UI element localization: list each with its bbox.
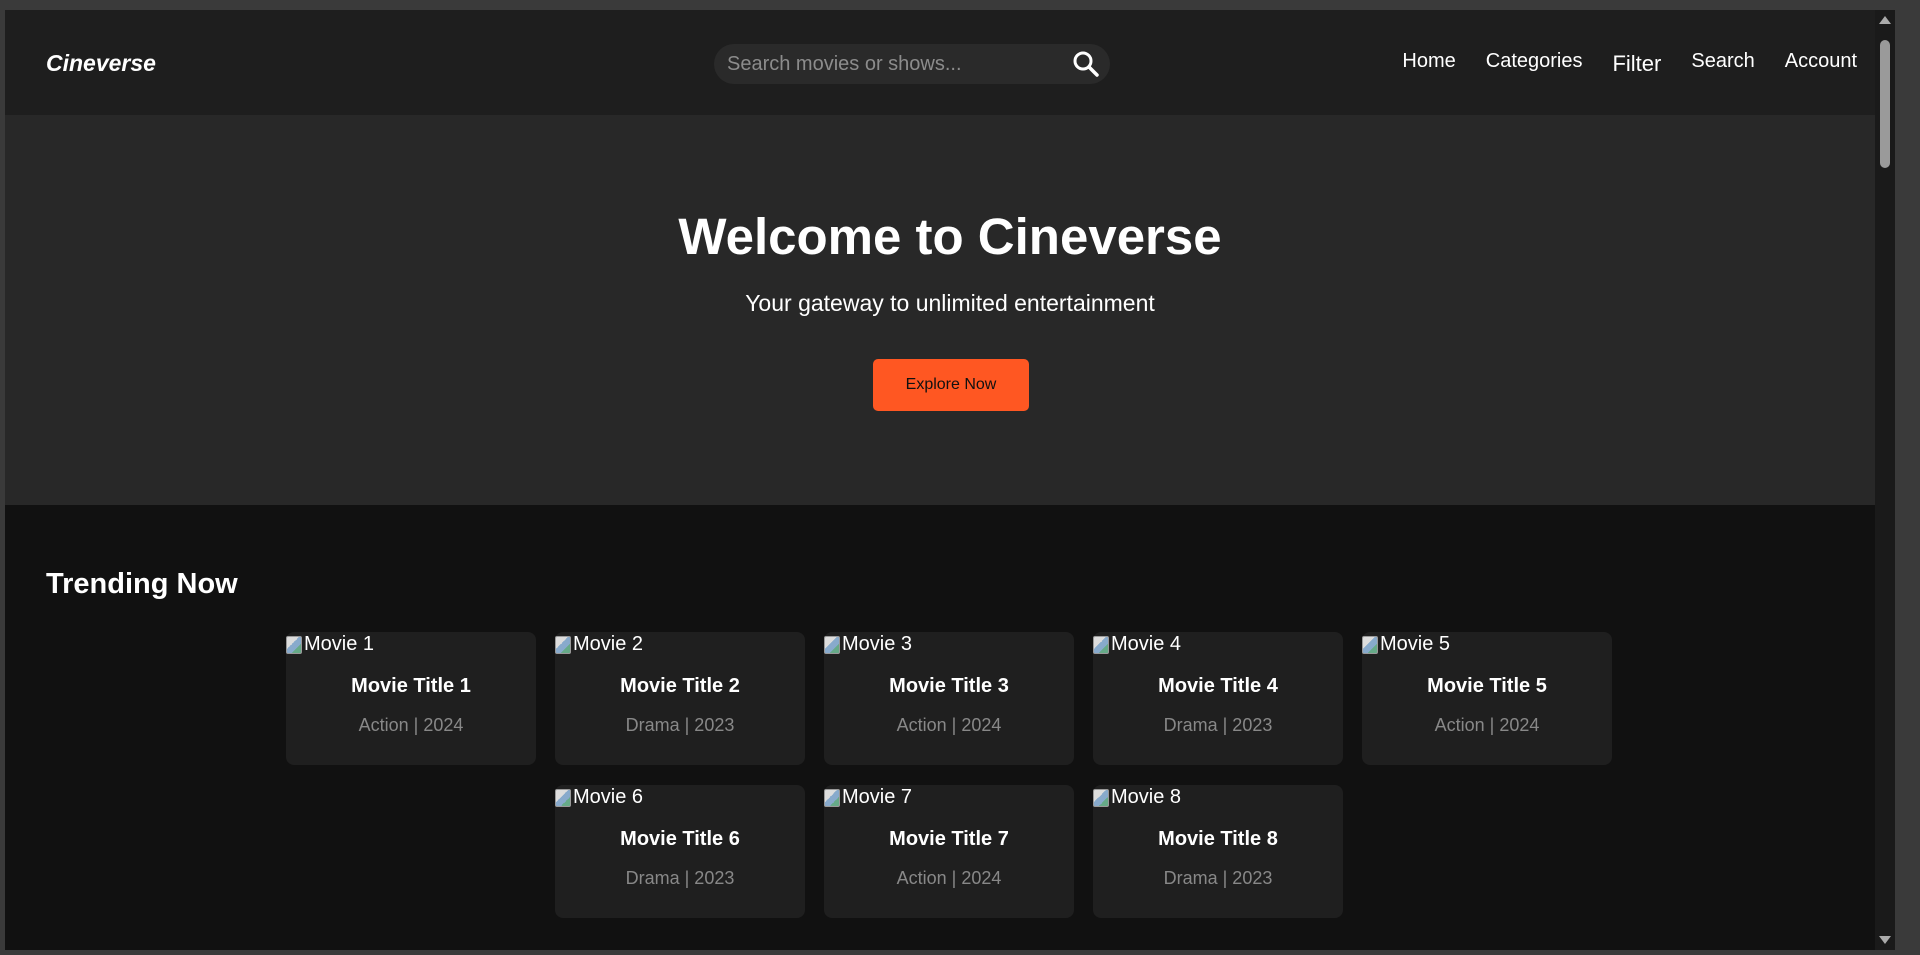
movie-poster[interactable]: Movie 3 [824, 633, 912, 656]
broken-image-icon [1362, 635, 1378, 654]
poster-alt-text: Movie 7 [842, 786, 913, 808]
movie-title: Movie Title 8 [1158, 828, 1278, 850]
movie-meta: Drama | 2023 [625, 715, 735, 735]
explore-now-button[interactable]: Explore Now [873, 359, 1029, 411]
broken-image-icon [1093, 635, 1109, 654]
broken-image-icon [555, 788, 571, 807]
poster-alt-text: Movie 1 [304, 633, 375, 655]
poster-alt-text: Movie 8 [1111, 786, 1182, 808]
movie-grid: Movie 1 Movie Title 1 Action | 2024 Movi… [154, 632, 1744, 918]
movie-title: Movie Title 6 [620, 828, 740, 850]
main-nav: Home Categories Filter Search Account [1402, 50, 1857, 76]
movie-poster[interactable]: Movie 8 [1093, 786, 1181, 809]
movie-meta: Action | 2024 [1434, 715, 1540, 735]
trending-section: Trending Now Movie 1 Movie Title 1 Actio… [5, 505, 1895, 950]
page: Cineverse Home Categories Filter Search … [5, 10, 1895, 950]
poster-alt-text: Movie 6 [573, 786, 644, 808]
movie-poster[interactable]: Movie 6 [555, 786, 643, 809]
poster-alt-text: Movie 2 [573, 633, 644, 655]
scroll-up-arrow-icon[interactable] [1879, 16, 1891, 24]
hero-subtitle: Your gateway to unlimited entertainment [745, 290, 1155, 316]
movie-meta: Action | 2024 [358, 715, 464, 735]
movie-title: Movie Title 5 [1427, 675, 1547, 697]
search-icon[interactable] [1072, 50, 1100, 78]
movie-title: Movie Title 7 [889, 828, 1009, 850]
scrollbar-thumb[interactable] [1880, 40, 1890, 168]
movie-title: Movie Title 2 [620, 675, 740, 697]
nav-home[interactable]: Home [1402, 50, 1455, 76]
broken-image-icon [824, 635, 840, 654]
movie-meta: Drama | 2023 [625, 868, 735, 888]
site-logo[interactable]: Cineverse [46, 50, 156, 77]
broken-image-icon [286, 635, 302, 654]
broken-image-icon [824, 788, 840, 807]
nav-search[interactable]: Search [1691, 50, 1754, 76]
nav-filter[interactable]: Filter [1612, 51, 1661, 77]
hero-title: Welcome to Cineverse [678, 208, 1222, 265]
movie-meta: Drama | 2023 [1163, 868, 1273, 888]
movie-card[interactable]: Movie 6 Movie Title 6 Drama | 2023 [555, 785, 805, 918]
broken-image-icon [1093, 788, 1109, 807]
browser-window: Cineverse Home Categories Filter Search … [5, 10, 1895, 950]
movie-title: Movie Title 1 [351, 675, 471, 697]
movie-title: Movie Title 4 [1158, 675, 1278, 697]
nav-account[interactable]: Account [1785, 50, 1857, 76]
movie-card[interactable]: Movie 1 Movie Title 1 Action | 2024 [286, 632, 536, 765]
movie-card[interactable]: Movie 4 Movie Title 4 Drama | 2023 [1093, 632, 1343, 765]
movie-card[interactable]: Movie 7 Movie Title 7 Action | 2024 [824, 785, 1074, 918]
site-header: Cineverse Home Categories Filter Search … [5, 10, 1895, 115]
trending-heading: Trending Now [46, 568, 238, 600]
movie-meta: Action | 2024 [896, 715, 1002, 735]
search-input[interactable] [714, 52, 1054, 76]
search-bar [714, 44, 1110, 84]
movie-poster[interactable]: Movie 7 [824, 786, 912, 809]
movie-poster[interactable]: Movie 1 [286, 633, 374, 656]
broken-image-icon [555, 635, 571, 654]
movie-title: Movie Title 3 [889, 675, 1009, 697]
movie-card[interactable]: Movie 2 Movie Title 2 Drama | 2023 [555, 632, 805, 765]
poster-alt-text: Movie 5 [1380, 633, 1451, 655]
movie-card[interactable]: Movie 3 Movie Title 3 Action | 2024 [824, 632, 1074, 765]
poster-alt-text: Movie 4 [1111, 633, 1182, 655]
movie-poster[interactable]: Movie 4 [1093, 633, 1181, 656]
vertical-scrollbar[interactable] [1875, 10, 1895, 950]
movie-poster[interactable]: Movie 5 [1362, 633, 1450, 656]
movie-poster[interactable]: Movie 2 [555, 633, 643, 656]
hero-section: Welcome to Cineverse Your gateway to unl… [5, 115, 1895, 505]
nav-categories[interactable]: Categories [1486, 50, 1583, 76]
movie-meta: Drama | 2023 [1163, 715, 1273, 735]
movie-card[interactable]: Movie 5 Movie Title 5 Action | 2024 [1362, 632, 1612, 765]
poster-alt-text: Movie 3 [842, 633, 913, 655]
scroll-down-arrow-icon[interactable] [1879, 936, 1891, 944]
movie-meta: Action | 2024 [896, 868, 1002, 888]
movie-card[interactable]: Movie 8 Movie Title 8 Drama | 2023 [1093, 785, 1343, 918]
